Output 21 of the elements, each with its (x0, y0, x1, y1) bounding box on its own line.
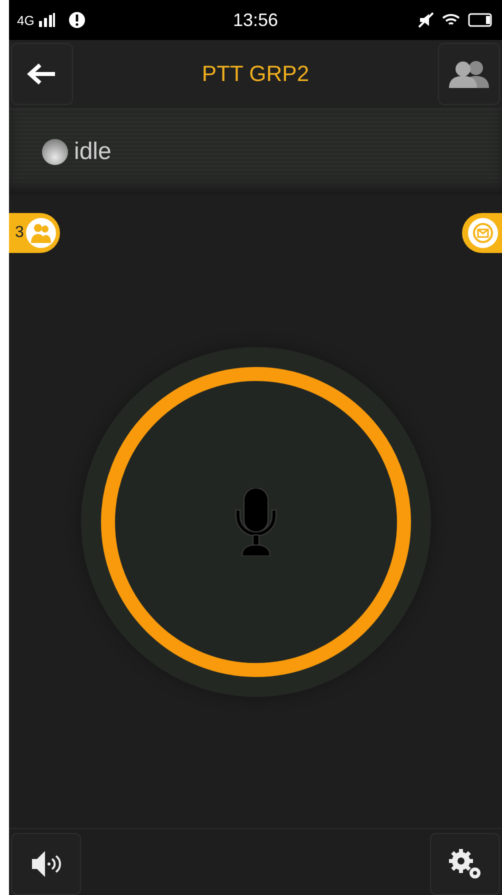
speaker-button[interactable] (11, 833, 81, 895)
people-icon (30, 223, 52, 243)
back-button[interactable] (11, 43, 73, 105)
wifi-icon (442, 13, 460, 27)
members-button[interactable] (438, 43, 500, 105)
speaker-icon (30, 849, 62, 879)
envelope-icon (473, 223, 493, 243)
group-title: PTT GRP2 (202, 61, 310, 87)
signal-icon (38, 13, 56, 27)
back-arrow-icon (27, 63, 57, 85)
alert-icon (68, 11, 86, 29)
mute-icon (418, 12, 434, 28)
state-label: idle (74, 138, 112, 166)
network-type: 4G (17, 12, 34, 28)
clock: 13:56 (232, 10, 278, 30)
messages-button[interactable] (462, 213, 502, 253)
settings-button[interactable] (430, 833, 500, 895)
battery-icon (468, 13, 494, 27)
member-count-badge[interactable]: 3 (9, 213, 60, 253)
settings-icon (448, 848, 482, 880)
people-icon (449, 60, 489, 88)
